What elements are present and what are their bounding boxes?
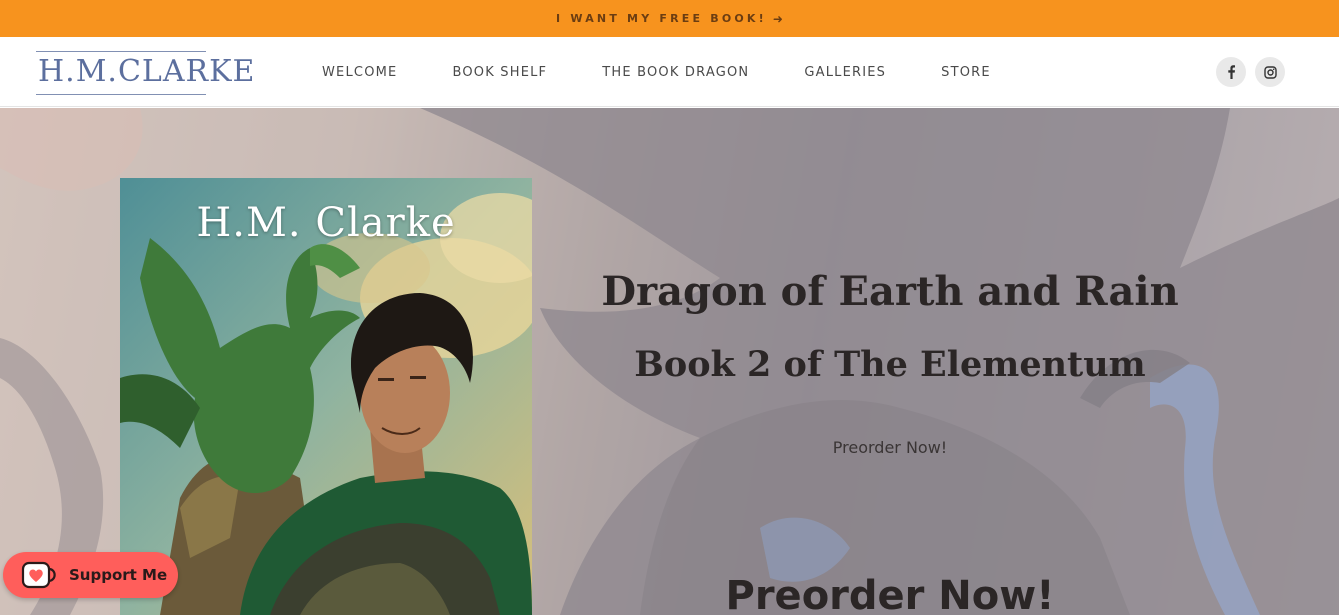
nav-item-book-shelf[interactable]: BOOK SHELF [452, 65, 547, 80]
main-nav: WELCOME BOOK SHELF THE BOOK DRAGON GALLE… [322, 37, 1046, 107]
free-book-label: I WANT MY FREE BOOK! [556, 12, 767, 25]
support-me-label: Support Me [69, 566, 168, 584]
nav-item-the-book-dragon[interactable]: THE BOOK DRAGON [602, 65, 749, 80]
free-book-link[interactable]: I WANT MY FREE BOOK! ➜ [556, 12, 783, 26]
logo-text: H.M.CLARKE [38, 54, 256, 89]
site-logo[interactable]: H.M.CLARKE [36, 50, 254, 96]
instagram-icon [1263, 65, 1277, 79]
book-title: Dragon of Earth and Rain [601, 268, 1179, 315]
site-header: H.M.CLARKE WELCOME BOOK SHELF THE BOOK D… [0, 37, 1339, 107]
instagram-button[interactable] [1255, 57, 1285, 87]
hero-section: H.M. Clarke Dragon of Earth and Rain Boo… [0, 108, 1339, 615]
cover-author-name: H.M. Clarke [196, 200, 456, 246]
promo-bar: I WANT MY FREE BOOK! ➜ [0, 0, 1339, 37]
facebook-icon [1228, 65, 1235, 79]
nav-item-welcome[interactable]: WELCOME [322, 65, 397, 80]
book-cover-image[interactable]: H.M. Clarke [120, 178, 532, 615]
logo-top-line [36, 51, 206, 52]
logo-bottom-line [36, 94, 206, 95]
book-subtitle: Book 2 of The Elementum [634, 344, 1146, 385]
preorder-heading: Preorder Now! [725, 573, 1055, 615]
coffee-cup-heart-icon [21, 561, 56, 589]
preorder-link[interactable]: Preorder Now! [560, 438, 1220, 457]
nav-item-store[interactable]: STORE [941, 65, 991, 80]
arrow-right-icon: ➜ [772, 11, 783, 26]
nav-item-galleries[interactable]: GALLERIES [804, 65, 886, 80]
support-me-button[interactable]: Support Me [3, 552, 178, 598]
social-links [1216, 57, 1285, 87]
facebook-button[interactable] [1216, 57, 1246, 87]
